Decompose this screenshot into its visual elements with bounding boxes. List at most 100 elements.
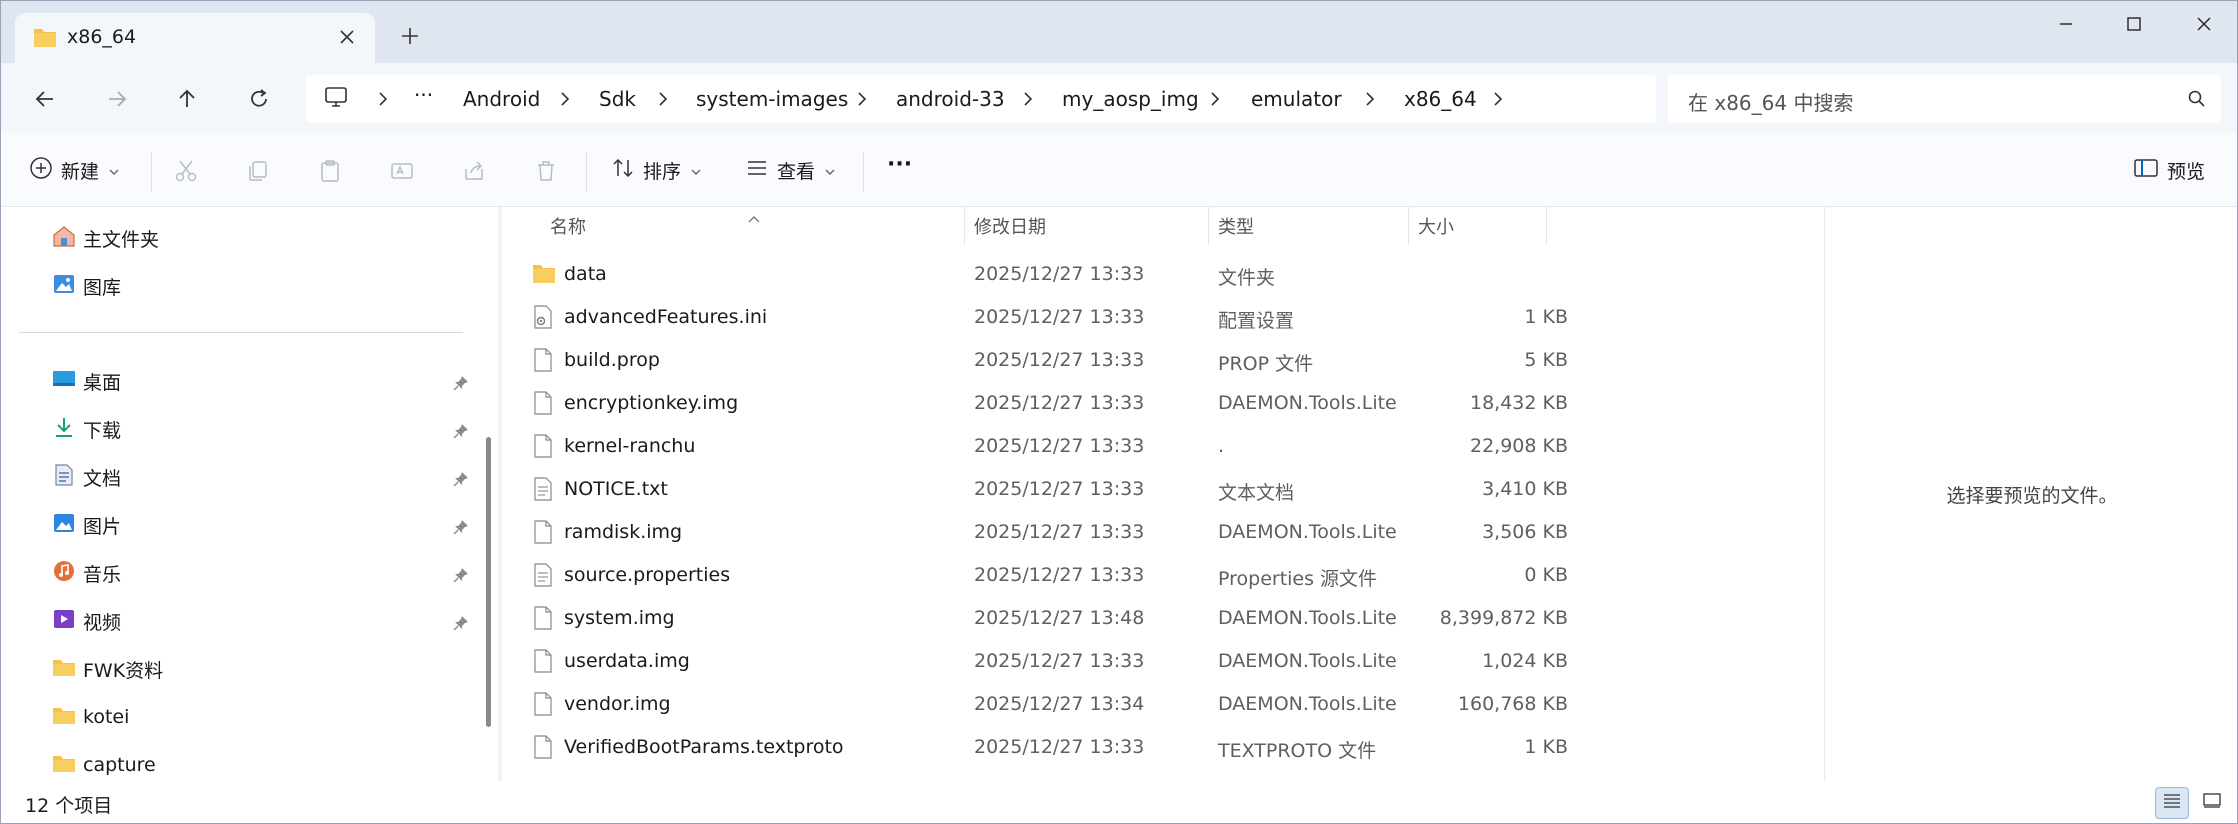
sidebar-item-capture[interactable]: capture	[51, 748, 156, 782]
breadcrumb-android-33[interactable]: android-33	[896, 87, 1005, 111]
column-divider[interactable]	[1208, 207, 1209, 245]
cut-icon[interactable]	[171, 156, 201, 186]
forward-button[interactable]	[99, 81, 135, 117]
breadcrumb-my-aosp-img[interactable]: my_aosp_img	[1062, 87, 1199, 111]
folder-icon	[51, 703, 77, 732]
preview-pane-button[interactable]: 预览	[2133, 154, 2205, 186]
sidebar-scrollbar[interactable]	[486, 437, 491, 727]
sidebar-item-pictures[interactable]: 图片	[51, 508, 121, 542]
file-icon	[532, 692, 556, 716]
file-row[interactable]: userdata.img 2025/12/27 13:33 DAEMON.Tools…	[528, 640, 1818, 683]
column-header-date[interactable]: 修改日期	[974, 213, 1046, 239]
file-row[interactable]: system.img 2025/12/27 13:48 DAEMON.Tools.L…	[528, 597, 1818, 640]
breadcrumb-android[interactable]: Android	[463, 87, 540, 111]
rename-icon[interactable]	[387, 156, 417, 186]
minimize-button[interactable]	[2041, 9, 2091, 39]
up-button[interactable]	[169, 81, 205, 117]
close-tab-icon[interactable]	[335, 25, 359, 49]
pictures-icon	[51, 511, 77, 540]
file-name: vendor.img	[564, 693, 671, 715]
file-modified-date: 2025/12/27 13:33	[974, 392, 1145, 414]
sidebar-item-download[interactable]: 下载	[51, 412, 121, 446]
copy-icon[interactable]	[243, 156, 273, 186]
sidebar-item-gallery[interactable]: 图库	[51, 269, 121, 303]
file-icon	[532, 735, 556, 759]
sidebar-item-kotei[interactable]: kotei	[51, 700, 129, 734]
pin-icon[interactable]	[453, 566, 469, 583]
delete-icon[interactable]	[531, 156, 561, 186]
gallery-icon	[51, 272, 77, 301]
file-row[interactable]: advancedFeatures.ini 2025/12/27 13:33 配置设置…	[528, 296, 1818, 339]
sidebar-item-videos[interactable]: 视频	[51, 604, 121, 638]
file-type: DAEMON.Tools.Lite	[1218, 607, 1397, 629]
file-row[interactable]: encryptionkey.img 2025/12/27 13:33 DAEMON.…	[528, 382, 1818, 425]
column-header-type[interactable]: 类型	[1218, 213, 1254, 239]
more-options-button[interactable]: ···	[887, 148, 912, 180]
details-view-button[interactable]	[2155, 787, 2189, 819]
pin-icon[interactable]	[453, 374, 469, 391]
file-type: TEXTPROTO 文件	[1218, 740, 1377, 762]
sidebar-item-desktop[interactable]: 桌面	[51, 364, 121, 398]
maximize-button[interactable]	[2109, 9, 2159, 39]
file-name: system.img	[564, 607, 675, 629]
file-icon	[532, 520, 556, 544]
file-row[interactable]: source.properties 2025/12/27 13:33 Propert…	[528, 554, 1818, 597]
pin-icon[interactable]	[453, 422, 469, 439]
pin-icon[interactable]	[453, 518, 469, 535]
chevron-right-icon[interactable]	[374, 89, 392, 109]
pin-icon[interactable]	[453, 614, 469, 631]
file-modified-date: 2025/12/27 13:33	[974, 478, 1145, 500]
chevron-right-icon[interactable]	[1206, 89, 1224, 109]
file-list: 名称 修改日期 类型 大小 data 2025/12/27 13:33 文件夹 adv…	[502, 207, 1824, 781]
computer-icon[interactable]	[324, 85, 348, 114]
breadcrumb-more[interactable]: ···	[414, 83, 433, 107]
sidebar-item-home[interactable]: 主文件夹	[51, 221, 159, 255]
sidebar-item-label: 视频	[83, 611, 122, 634]
breadcrumb-system-images[interactable]: system-images	[696, 87, 848, 111]
file-row[interactable]: vendor.img 2025/12/27 13:34 DAEMON.Tools.L…	[528, 683, 1818, 726]
search-box[interactable]: 在 x86_64 中搜索	[1668, 75, 2221, 123]
sort-label: 排序	[643, 160, 682, 183]
pin-icon[interactable]	[453, 470, 469, 487]
chevron-right-icon[interactable]	[654, 89, 672, 109]
share-icon[interactable]	[459, 156, 489, 186]
toolbar-divider	[586, 151, 587, 191]
tiles-view-button[interactable]	[2195, 787, 2229, 819]
file-row[interactable]: kernel-ranchu 2025/12/27 13:33. 22,908 KB	[528, 425, 1818, 468]
chevron-right-icon[interactable]	[1489, 89, 1507, 109]
file-row[interactable]: data 2025/12/27 13:33 文件夹	[528, 253, 1818, 296]
column-divider[interactable]	[1546, 207, 1547, 245]
view-button[interactable]: 查看	[745, 154, 835, 186]
sort-button[interactable]: 排序	[611, 154, 701, 186]
search-icon[interactable]	[2187, 89, 2207, 114]
breadcrumb-emulator[interactable]: emulator	[1251, 87, 1342, 111]
paste-icon[interactable]	[315, 156, 345, 186]
sidebar-item-fwk[interactable]: FWK资料	[51, 652, 163, 686]
file-row[interactable]: VerifiedBootParams.textproto 2025/12/27 1…	[528, 726, 1818, 769]
column-divider[interactable]	[1408, 207, 1409, 245]
refresh-button[interactable]	[241, 81, 277, 117]
file-row[interactable]: ramdisk.img 2025/12/27 13:33 DAEMON.Tools.…	[528, 511, 1818, 554]
column-divider[interactable]	[964, 207, 965, 245]
column-header-name[interactable]: 名称	[550, 213, 586, 239]
chevron-right-icon[interactable]	[853, 89, 871, 109]
file-name: data	[564, 263, 607, 285]
address-bar[interactable]: ··· Android Sdk system-images android-33…	[306, 75, 1656, 123]
tab-x86_64[interactable]: x86_64	[15, 13, 375, 63]
file-row[interactable]: NOTICE.txt 2025/12/27 13:33 文本文档 3,410 KB	[528, 468, 1818, 511]
sidebar-item-documents[interactable]: 文档	[51, 460, 121, 494]
column-header-size[interactable]: 大小	[1418, 213, 1454, 239]
back-button[interactable]	[27, 81, 63, 117]
chevron-right-icon[interactable]	[1019, 89, 1037, 109]
breadcrumb-sdk[interactable]: Sdk	[599, 87, 636, 111]
close-window-button[interactable]	[2179, 9, 2229, 39]
new-button[interactable]: 新建	[29, 154, 119, 186]
breadcrumb-x86_64[interactable]: x86_64	[1404, 87, 1477, 111]
file-name: NOTICE.txt	[564, 478, 668, 500]
chevron-right-icon[interactable]	[556, 89, 574, 109]
sidebar-item-music[interactable]: 音乐	[51, 556, 121, 590]
file-row[interactable]: build.prop 2025/12/27 13:33 PROP 文件 5 KB	[528, 339, 1818, 382]
search-input[interactable]: 在 x86_64 中搜索	[1688, 87, 1853, 116]
new-tab-button[interactable]	[397, 23, 423, 49]
chevron-right-icon[interactable]	[1361, 89, 1379, 109]
